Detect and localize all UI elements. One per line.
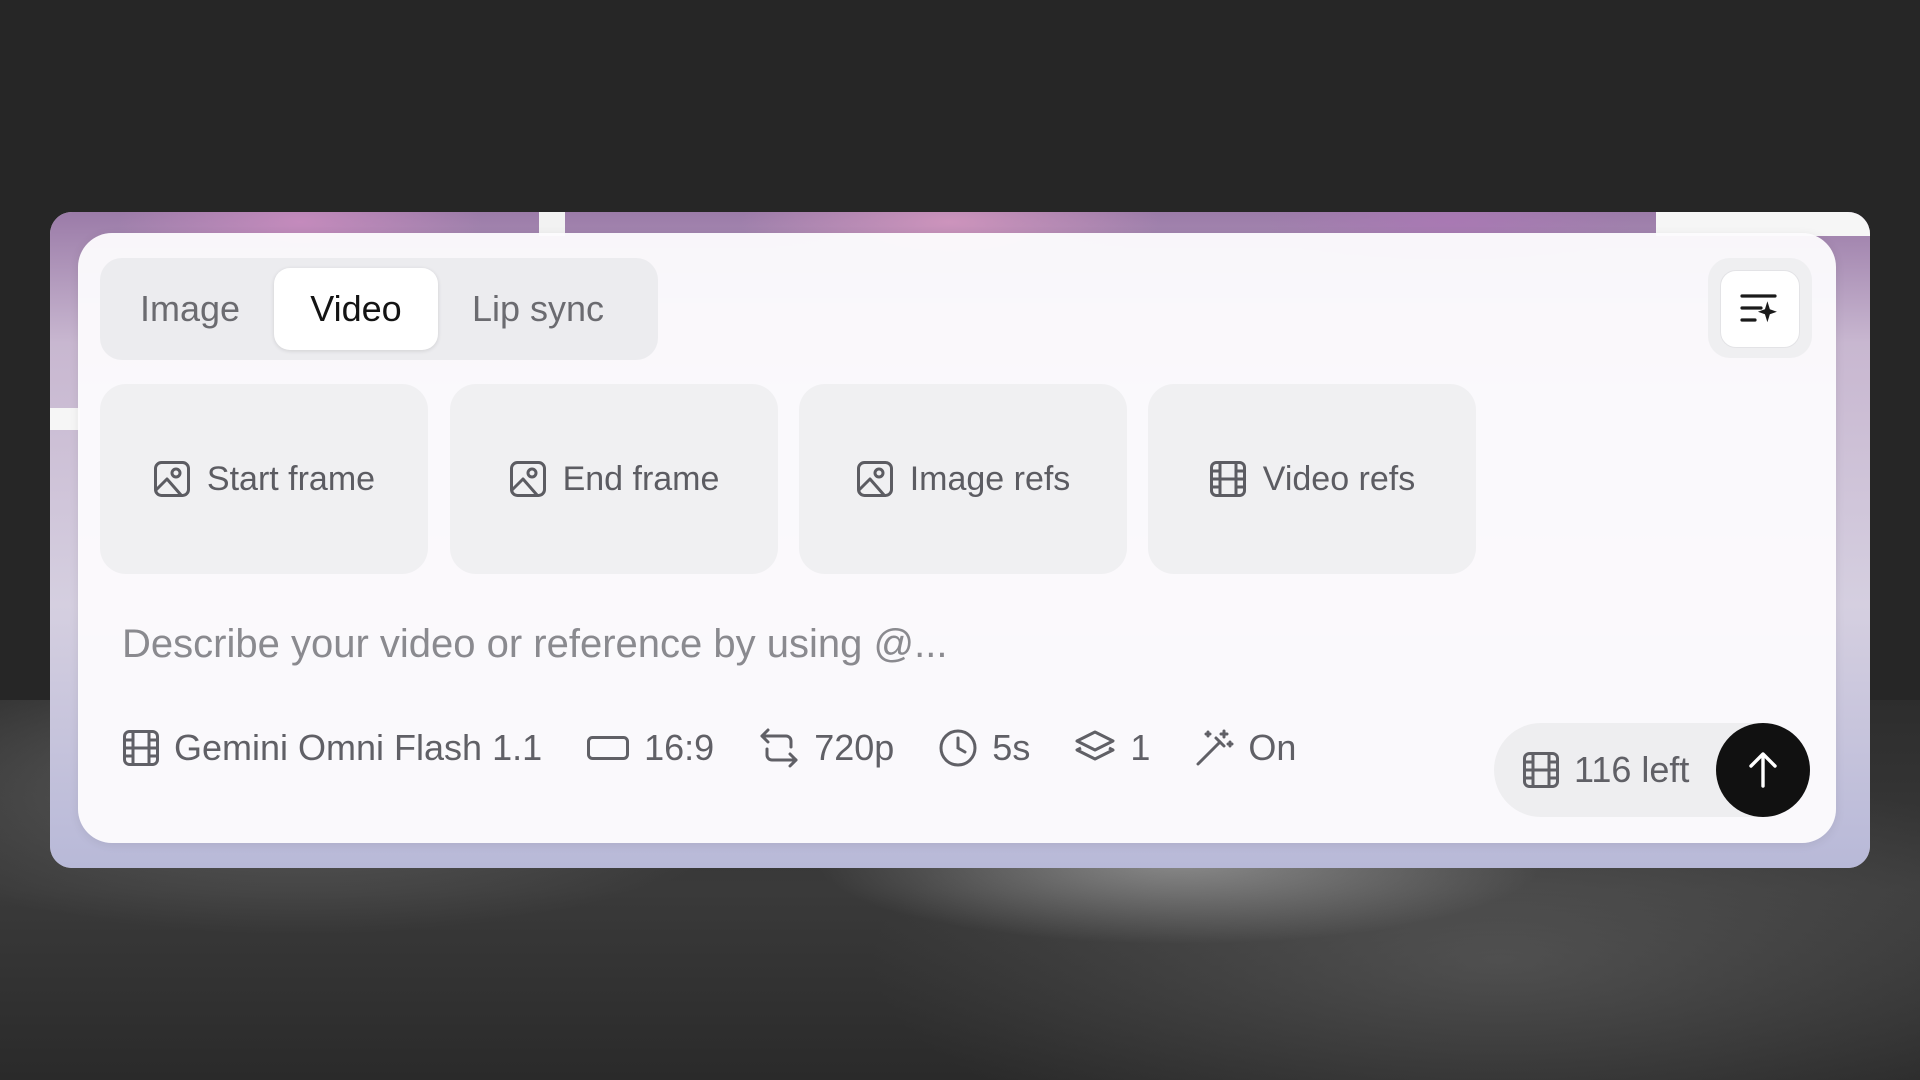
end-frame-card[interactable]: End frame bbox=[450, 384, 778, 574]
start-frame-card[interactable]: Start frame bbox=[100, 384, 428, 574]
generation-options: Gemini Omni Flash 1.1 16:9 720p 5s 1 On bbox=[122, 718, 1340, 778]
duration-selector[interactable]: 5s bbox=[938, 727, 1030, 769]
image-icon bbox=[856, 461, 893, 497]
start-frame-label: Start frame bbox=[206, 459, 376, 498]
prompt-enhance-button[interactable] bbox=[1720, 270, 1800, 348]
composer-panel: Image Video Lip sync Start frame End fra… bbox=[78, 233, 1836, 843]
video-refs-label: Video refs bbox=[1262, 459, 1416, 498]
prompt-enhance-icon bbox=[1740, 294, 1777, 323]
resize-icon bbox=[760, 728, 798, 768]
image-icon bbox=[153, 461, 190, 497]
magic-wand-icon bbox=[1196, 729, 1234, 766]
credits-pill: 116 left bbox=[1494, 723, 1810, 817]
aspect-ratio-label: 16:9 bbox=[644, 727, 715, 768]
tab-lip-sync[interactable]: Lip sync bbox=[448, 268, 628, 350]
model-label: Gemini Omni Flash 1.1 bbox=[174, 727, 543, 768]
film-icon bbox=[1523, 752, 1559, 788]
tab-image[interactable]: Image bbox=[120, 268, 260, 350]
image-refs-card[interactable]: Image refs bbox=[799, 384, 1127, 574]
enhance-button-wrap bbox=[1708, 258, 1812, 358]
credits-label: 116 left bbox=[1574, 749, 1690, 790]
end-frame-label: End frame bbox=[562, 459, 720, 498]
layers-icon bbox=[1075, 730, 1115, 761]
video-refs-card[interactable]: Video refs bbox=[1148, 384, 1476, 574]
mode-tabs: Image Video Lip sync bbox=[100, 258, 658, 360]
send-button[interactable] bbox=[1716, 723, 1810, 817]
model-selector[interactable]: Gemini Omni Flash 1.1 bbox=[122, 727, 542, 769]
aspect-ratio-icon bbox=[587, 736, 630, 760]
enhance-label: On bbox=[1248, 727, 1297, 768]
duration-label: 5s bbox=[992, 727, 1031, 768]
resolution-selector[interactable]: 720p bbox=[758, 727, 894, 769]
film-icon bbox=[123, 730, 159, 766]
enhance-toggle[interactable]: On bbox=[1194, 727, 1296, 769]
image-icon bbox=[509, 461, 546, 497]
clock-icon bbox=[939, 729, 977, 767]
count-label: 1 bbox=[1130, 727, 1151, 768]
aspect-ratio-selector[interactable]: 16:9 bbox=[586, 727, 714, 769]
film-icon bbox=[1209, 461, 1246, 497]
resolution-label: 720p bbox=[814, 727, 895, 768]
count-selector[interactable]: 1 bbox=[1074, 727, 1150, 769]
tab-video[interactable]: Video bbox=[274, 268, 438, 350]
arrow-up-icon bbox=[1749, 752, 1777, 788]
prompt-input[interactable] bbox=[120, 608, 1624, 680]
image-refs-label: Image refs bbox=[909, 459, 1071, 498]
